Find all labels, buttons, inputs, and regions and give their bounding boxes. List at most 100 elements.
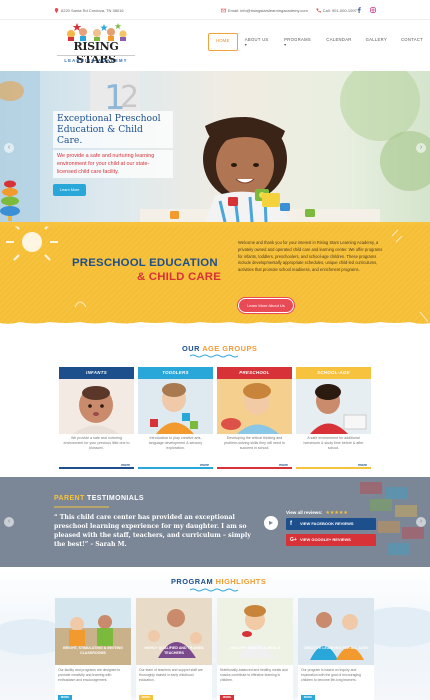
address-text: 6220 Santa Rd Cordova, TN 38016 [61,8,124,13]
age-groups-title-a: OUR [182,344,200,353]
testimonial-play-button[interactable]: ▸ [264,516,278,530]
age-card-desc: Introduction to play creative arts, lang… [148,436,203,450]
squiggle-divider-icon [190,354,239,358]
intro-paragraph: Welcome and thank you for your interest … [238,240,383,273]
program-card-desc: Our facility and programs are designed t… [58,668,121,682]
age-card-toddlers[interactable]: TODDLERS Introduction to play creative a… [138,367,213,469]
contact-block: Email: info@risingstarslearningacademy.c… [221,8,357,13]
nav-programs-label: PROGRAMS [284,37,311,42]
program-highlights-title: PROGRAM HIGHLIGHTS [171,577,266,586]
chevron-down-icon: ▾ [244,42,248,47]
squiggle-divider-icon [190,588,239,592]
program-card-teachers[interactable]: HIGHLY QUALIFIED AND TRAINED TEACHERS Ou… [136,598,212,700]
age-card-preschool[interactable]: PRESCHOOL Developing the critical thinki… [217,367,292,469]
age-card-infants[interactable]: INFANTS We provide a safe and nurturing … [59,367,134,469]
rating-stars-icon: ★★★★★ [325,510,348,516]
nav-item-calendar[interactable]: CALENDAR [319,33,358,51]
testimonials-title: PARENT TESTIMONIALS [54,495,144,502]
age-card-tag: SCHOOL-AGE [296,367,371,379]
google-reviews-button[interactable]: G+ VIEW GOOGLE+ REVIEWS [286,534,376,546]
testimonial-quote: “ This child care center has provided an… [54,514,251,548]
creative-learning-photo [298,598,374,665]
phone-link[interactable]: Call: 901-000-1097 [316,8,357,13]
main-nav: HOME ABOUT US ▾ PROGRAMS ▾ CALENDAR GALL… [208,33,430,51]
email-text: Email: info@risingstarslearningacademy.c… [228,8,308,13]
email-link[interactable]: Email: info@risingstarslearningacademy.c… [221,8,308,13]
reviews-header: View all reviews: ★★★★★ [286,501,348,519]
hero-next-arrow[interactable]: › [416,143,426,153]
age-card-desc: We provide a safe and nurturing environm… [63,436,130,450]
nav-item-about[interactable]: ABOUT US ▾ [238,33,277,51]
hero-title: Exceptional Preschool Education & Child … [53,111,173,148]
program-card-desc: Nutritionally-balanced and healthy meals… [220,668,288,682]
address-block: 6220 Santa Rd Cordova, TN 38016 [54,8,124,13]
age-card-bar [138,467,213,469]
svg-text:2: 2 [120,80,139,115]
hero-prev-arrow[interactable]: ‹ [4,143,14,153]
chevron-right-icon: › [419,144,423,151]
program-card-caption: HIGHLY QUALIFIED AND TRAINED TEACHERS [144,646,204,655]
phone-icon [316,8,321,13]
logo-subtitle: LEARNING ACADEMY [57,55,135,63]
nav-item-home[interactable]: HOME [208,33,238,51]
chevron-right-icon: › [419,518,423,525]
hero-learn-more-button[interactable]: Learn More [53,184,87,196]
site-header: RISING STARS LEARNING ACADEMY HOME ABOUT… [0,20,430,72]
facebook-reviews-label: VIEW FACEBOOK REVIEWS [300,521,354,526]
meals-photo [217,598,293,665]
age-card-tag: PRESCHOOL [217,367,292,379]
hero-text: We provide a safe and nurturing learning… [53,150,173,178]
age-groups-title: OUR AGE GROUPS [182,344,257,353]
learn-more-about-us-button[interactable]: Learn More About Us [238,298,294,313]
instagram-icon[interactable] [370,7,376,13]
program-card-desc: Our team of teachers and support staff a… [139,668,203,682]
nav-item-gallery[interactable]: GALLERY [359,33,394,51]
nav-about-label: ABOUT US [244,37,269,42]
school-age-photo [296,379,371,434]
program-card-more-button[interactable]: MORE [58,695,72,700]
testimonials-title-a: PARENT [54,495,85,502]
program-card-more-button[interactable]: MORE [139,695,153,700]
google-reviews-label: VIEW GOOGLE+ REVIEWS [300,537,351,542]
preschool-photo [217,379,292,434]
facebook-reviews-button[interactable]: f VIEW FACEBOOK REVIEWS [286,518,376,530]
program-card-more-button[interactable]: MORE [301,695,315,700]
nav-item-contact[interactable]: CONTACT [394,33,430,51]
program-card-meals[interactable]: HEALTHY SNACKS & MEALS Nutritionally-bal… [217,598,293,700]
age-card-school-age[interactable]: SCHOOL-AGE A safe environment for additi… [296,367,371,469]
envelope-icon [221,8,226,13]
google-plus-icon: G+ [290,537,297,543]
program-card-caption: BRIGHT, STIMULATING & INVITING CLASSROOM… [63,646,123,655]
age-card-bar [217,467,292,469]
site-logo[interactable]: RISING STARS LEARNING ACADEMY [57,23,135,68]
program-card-classrooms[interactable]: BRIGHT, STIMULATING & INVITING CLASSROOM… [55,598,131,700]
intro-section: PRESCHOOL EDUCATION & CHILD CARE Welcome… [0,222,430,327]
logo-stars-icon [67,23,127,41]
intro-heading-line2: & CHILD CARE [137,271,222,283]
hero-caption: Exceptional Preschool Education & Child … [53,111,173,196]
program-card-caption: HEALTHY SNACKS & MEALS [230,646,280,650]
program-card-more-button[interactable]: MORE [220,695,234,700]
reviews-label: View all reviews: [286,510,323,515]
program-title-b: HIGHLIGHTS [215,577,267,586]
age-groups-title-b: AGE GROUPS [202,344,258,353]
intro-heading-line1: PRESCHOOL EDUCATION [72,257,218,269]
program-card-desc: Our program is based on Inquiry and expl… [301,668,361,682]
age-card-desc: Developing the critical thinking and pro… [224,436,285,450]
age-card-bar [59,467,134,469]
social-links [356,7,376,13]
testimonial-next-arrow[interactable]: › [416,517,426,527]
facebook-icon[interactable] [356,7,362,13]
toddler-photo [138,379,213,434]
testimonial-prev-arrow[interactable]: ‹ [4,517,14,527]
chevron-down-icon: ▾ [284,42,287,47]
chevron-left-icon: ‹ [7,518,11,525]
program-card-creative-learning[interactable]: CREATIVE LEARNING FOR ALL AGES Our progr… [298,598,374,700]
hero-slider: 1 2 ‹ › Exceptional Preschool Education … [0,71,430,222]
program-title-a: PROGRAM [171,577,214,586]
chevron-left-icon: ‹ [7,144,11,151]
testimonials-underline [54,506,109,508]
age-card-desc: A safe environment for additional homewo… [303,436,364,450]
location-pin-icon [54,8,59,13]
nav-item-programs[interactable]: PROGRAMS ▾ [277,33,319,51]
